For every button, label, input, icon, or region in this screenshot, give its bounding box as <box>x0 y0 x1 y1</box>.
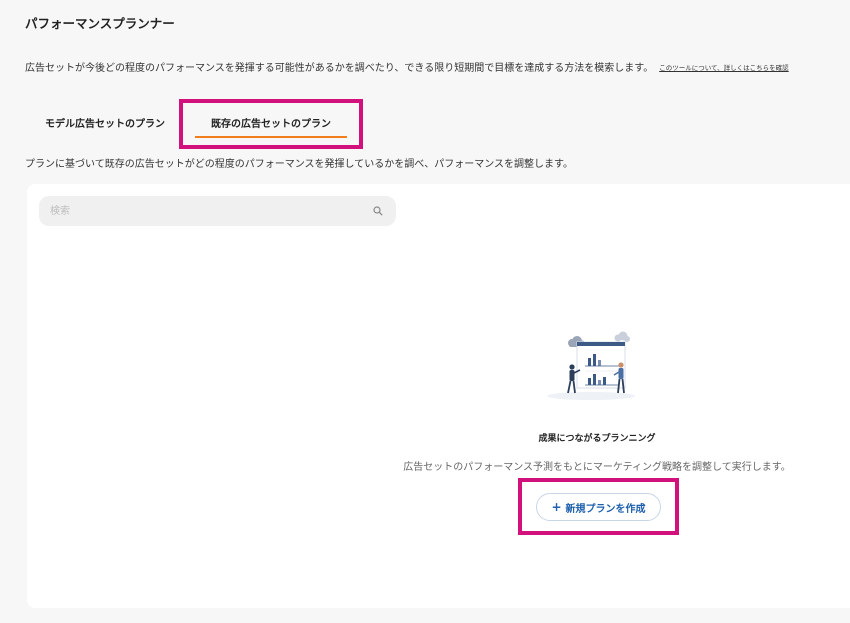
tab-label: 既存の広告セットのプラン <box>211 118 331 130</box>
create-new-plan-button[interactable]: + 新規プランを作成 <box>536 493 661 521</box>
plan-tabs: モデル広告セットのプラン 既存の広告セットのプラン <box>25 100 405 150</box>
create-new-plan-label: 新規プランを作成 <box>565 503 646 515</box>
intro-text-row: 広告セットが今後どの程度のパフォーマンスを発揮する可能性があるかを調べたり、でき… <box>25 59 850 74</box>
empty-state-title: 成果につながるプランニング <box>538 434 656 444</box>
tab-model-ad-set-plan[interactable]: モデル広告セットのプラン <box>35 100 175 144</box>
cloud-icon <box>614 331 630 342</box>
search-icon[interactable] <box>372 205 384 217</box>
tab-existing-ad-set-plan[interactable]: 既存の広告セットのプラン <box>185 100 357 144</box>
page-title: パフォーマンスプランナー <box>25 16 175 31</box>
learn-more-link[interactable]: このツールについて、詳しくはこちらを確認 <box>659 64 788 72</box>
active-tab-indicator <box>195 136 347 138</box>
performance-planner-page: パフォーマンスプランナー 広告セットが今後どの程度のパフォーマンスを発揮する可能… <box>0 0 850 623</box>
tab-description: プランに基づいて既存の広告セットがどの程度のパフォーマンスを発揮しているかを調べ… <box>25 159 573 170</box>
search-input[interactable] <box>39 196 396 226</box>
empty-state-description: 広告セットのパフォーマンス予測をもとにマーケティング戦略を調整して実行します。 <box>403 462 791 473</box>
plans-panel <box>27 184 850 608</box>
tab-label: モデル広告セットのプラン <box>45 118 165 130</box>
planning-illustration <box>547 331 635 400</box>
plus-icon: + <box>551 500 562 514</box>
intro-text: 広告セットが今後どの程度のパフォーマンスを発揮する可能性があるかを調べたり、でき… <box>25 63 654 74</box>
